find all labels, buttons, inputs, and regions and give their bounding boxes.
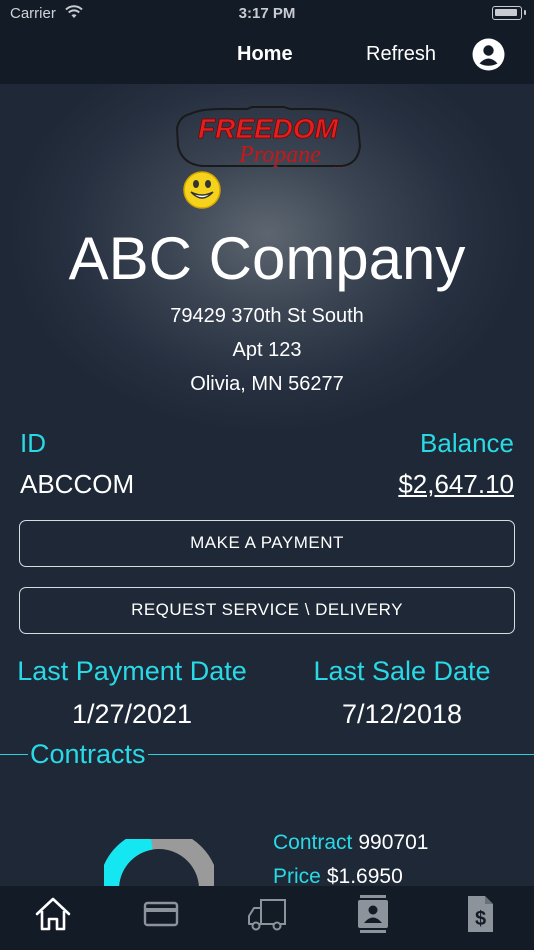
profile-circle-icon[interactable]: [472, 38, 505, 71]
company-name: ABC Company: [68, 225, 466, 292]
svg-text:....: ....: [334, 160, 345, 171]
contract-price-row: Price $1.6950: [273, 865, 403, 886]
svg-text:$: $: [475, 908, 486, 930]
account-id-value: ABCCOM: [20, 469, 135, 499]
last-payment-block: Last Payment Date 1/27/2021: [16, 656, 248, 730]
gauge-fill: [99, 829, 154, 886]
contract-label: Contract: [273, 831, 353, 854]
freedom-propane-logo: FREEDOM Propane ....: [172, 106, 364, 210]
contract-value: 990701: [358, 831, 429, 854]
nav-home-link[interactable]: Home: [237, 43, 293, 66]
invoice-dollar-icon[interactable]: $: [460, 894, 500, 934]
id-label: ID: [20, 428, 46, 458]
logo-text-propane: Propane: [238, 142, 321, 168]
nav-refresh-button[interactable]: Refresh: [366, 43, 436, 66]
top-nav-bar: Home Refresh: [0, 28, 534, 84]
address-line-2: Apt 123: [232, 339, 302, 361]
last-payment-value: 1/27/2021: [71, 699, 193, 729]
smiley-icon: [183, 171, 221, 209]
clock-time: 3:17 PM: [238, 5, 296, 22]
status-bar: Carrier 3:17 PM: [0, 0, 534, 28]
logo-text-freedom: FREEDOM: [198, 113, 339, 144]
last-payment-label: Last Payment Date: [17, 656, 247, 686]
price-value: $1.6950: [326, 865, 403, 886]
last-sale-value: 7/12/2018: [341, 699, 463, 729]
home-icon[interactable]: [33, 894, 73, 934]
tank-level-gauge: [99, 829, 219, 886]
address-line-1: 79429 370th St South: [170, 305, 364, 327]
make-payment-button[interactable]: MAKE A PAYMENT: [19, 520, 515, 567]
credit-card-icon[interactable]: [141, 894, 181, 934]
delivery-truck-icon[interactable]: [247, 894, 287, 934]
contracts-title: Contracts: [28, 739, 148, 770]
contact-card-icon[interactable]: [353, 894, 393, 934]
address-line-3: Olivia, MN 56277: [190, 373, 344, 395]
last-sale-label: Last Sale Date: [313, 656, 491, 686]
balance-amount-link[interactable]: $2,647.10: [398, 469, 514, 500]
price-label: Price: [273, 865, 321, 886]
bottom-tab-bar: $: [0, 886, 534, 950]
account-summary: FREEDOM Propane .... ABC Company 79429 3…: [0, 84, 534, 886]
request-service-button[interactable]: REQUEST SERVICE \ DELIVERY: [19, 587, 515, 634]
balance-label: Balance: [420, 428, 514, 458]
contract-number-row: Contract 990701: [273, 831, 428, 855]
battery-icon: [492, 6, 526, 20]
last-sale-block: Last Sale Date 7/12/2018: [302, 656, 502, 730]
